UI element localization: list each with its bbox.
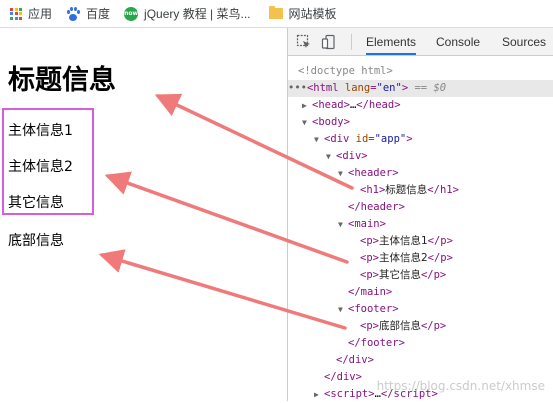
collapse-triangle-icon[interactable]: ▼ xyxy=(314,131,324,148)
bookmark-jquery[interactable]: now jQuery 教程 | 菜鸟... xyxy=(124,5,251,22)
bookmark-label: 网站模板 xyxy=(288,7,337,21)
inspect-element-icon[interactable] xyxy=(296,34,312,50)
bookmark-baidu[interactable]: 百度 xyxy=(66,5,110,22)
watermark: https://blog.csdn.net/xhmse xyxy=(376,379,545,393)
bookmark-folder-templates[interactable]: 网站模板 xyxy=(268,5,337,22)
bookmark-label: 百度 xyxy=(86,7,111,21)
toolbar-divider xyxy=(351,34,352,50)
dom-node-html[interactable]: •••<html lang="en"> == $0 xyxy=(288,80,553,97)
footer-text: 底部信息 xyxy=(8,233,64,249)
tab-elements[interactable]: Elements xyxy=(366,28,417,55)
dom-node-main[interactable]: ▼ <main> xyxy=(288,216,553,233)
folder-icon xyxy=(268,6,283,19)
main-item: 主体信息2 xyxy=(8,159,73,175)
tab-console[interactable]: Console xyxy=(436,28,480,55)
main-item: 主体信息1 xyxy=(8,123,73,139)
dom-node-p[interactable]: <p>底部信息</p> xyxy=(288,318,553,335)
dom-node-footer-close[interactable]: </footer> xyxy=(288,335,553,352)
dom-node-p[interactable]: <p>其它信息</p> xyxy=(288,267,553,284)
dom-node-p[interactable]: <p>主体信息2</p> xyxy=(288,250,553,267)
dom-node-h1[interactable]: <h1>标题信息</h1> xyxy=(288,182,553,199)
collapse-triangle-icon[interactable]: ▼ xyxy=(338,216,348,233)
dom-node-div-close[interactable]: </div> xyxy=(288,352,553,369)
devtools-panel: Elements Console Sources <!doctype html>… xyxy=(287,28,553,401)
page-title: 标题信息 xyxy=(8,65,116,96)
dom-node-div-app[interactable]: ▼ <div id="app"> xyxy=(288,131,553,148)
expand-triangle-icon[interactable]: ▶ xyxy=(302,97,312,114)
dom-node-header[interactable]: ▼ <header> xyxy=(288,165,553,182)
dom-node-main-close[interactable]: </main> xyxy=(288,284,553,301)
collapse-triangle-icon[interactable]: ▼ xyxy=(338,301,348,318)
dom-node-body[interactable]: ▼ <body> xyxy=(288,114,553,131)
rendered-page: 标题信息 主体信息1 主体信息2 其它信息 底部信息 xyxy=(0,28,287,401)
baidu-paw-icon xyxy=(66,6,81,21)
bookmark-label: jQuery 教程 | 菜鸟... xyxy=(144,7,251,21)
devtools-toolbar: Elements Console Sources xyxy=(288,28,553,56)
apps-grid-icon xyxy=(10,7,22,20)
jquery-icon: now xyxy=(124,6,139,21)
device-toolbar-icon[interactable] xyxy=(321,34,337,50)
bookmark-apps[interactable]: 应用 xyxy=(10,5,52,22)
dom-node-p[interactable]: <p>主体信息1</p> xyxy=(288,233,553,250)
elements-dom-tree: <!doctype html> •••<html lang="en"> == $… xyxy=(288,56,553,401)
dom-node-doctype[interactable]: <!doctype html> xyxy=(288,63,553,80)
expand-triangle-icon[interactable]: ▶ xyxy=(314,386,324,403)
collapse-triangle-icon[interactable]: ▼ xyxy=(326,148,336,165)
collapse-triangle-icon[interactable]: ▼ xyxy=(302,114,312,131)
bookmarks-bar: 应用 百度 now jQuery 教程 | 菜鸟... 网站模板 xyxy=(0,0,553,28)
tab-sources[interactable]: Sources xyxy=(502,28,546,55)
dom-node-head[interactable]: ▶ <head>…</head> xyxy=(288,97,553,114)
collapse-triangle-icon[interactable]: ▼ xyxy=(338,165,348,182)
bookmark-label: 应用 xyxy=(28,7,53,21)
dom-node-footer[interactable]: ▼ <footer> xyxy=(288,301,553,318)
main-item: 其它信息 xyxy=(8,195,64,211)
dom-node-header-close[interactable]: </header> xyxy=(288,199,553,216)
dom-node-div[interactable]: ▼ <div> xyxy=(288,148,553,165)
